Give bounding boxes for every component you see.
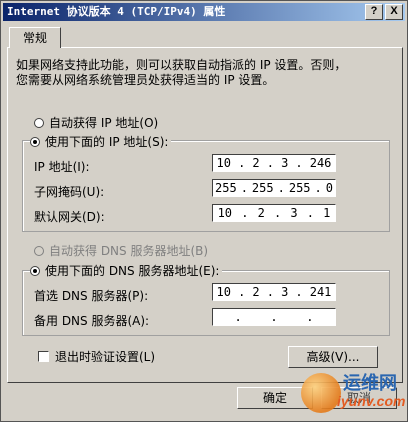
ip-octet: 3	[281, 156, 289, 170]
tab-general[interactable]: 常规	[9, 27, 61, 48]
auto-dns-radio[interactable]: 自动获得 DNS 服务器地址(B)	[34, 242, 212, 259]
site-watermark: 运维网 iyunv.com	[301, 367, 405, 419]
watermark-logo-icon	[301, 373, 341, 413]
mask-octet: 255	[215, 181, 237, 195]
subnet-mask-field[interactable]: 255. 255. 255. 0	[212, 179, 336, 197]
watermark-cn-text: 运维网	[343, 373, 397, 393]
title-bar: Internet 协议版本 4 (TCP/IPv4) 属性	[3, 3, 405, 21]
help-button[interactable]: ?	[365, 4, 383, 20]
ip-address-label: IP 地址(I):	[34, 160, 90, 174]
validate-on-exit-label: 退出时验证设置(L)	[55, 350, 156, 364]
general-panel: 如果网络支持此功能，则可以获取自动指派的 IP 设置。否则， 您需要从网络系统管…	[7, 47, 403, 383]
dns-octet: 10	[216, 285, 231, 299]
gateway-octet: 1	[323, 206, 331, 220]
radio-selected-icon	[30, 136, 40, 147]
alternate-dns-label: 备用 DNS 服务器(A):	[34, 314, 150, 328]
gateway-field[interactable]: 10. 2. 3. 1	[212, 204, 336, 222]
intro-line-1: 如果网络支持此功能，则可以获取自动指派的 IP 设置。否则，	[16, 58, 347, 72]
gateway-label: 默认网关(D):	[34, 210, 105, 224]
ip-octet: 246	[309, 156, 332, 170]
manual-dns-label: 使用下面的 DNS 服务器地址(E):	[45, 264, 220, 278]
tcpip-properties-dialog: Internet 协议版本 4 (TCP/IPv4) 属性 ? X 常规 如果网…	[0, 0, 408, 422]
ip-address-field[interactable]: 10. 2. 3. 246	[212, 154, 336, 172]
watermark-url-text: iyunv.com	[337, 393, 406, 409]
manual-ip-label: 使用下面的 IP 地址(S):	[45, 135, 169, 149]
auto-ip-label: 自动获得 IP 地址(O)	[49, 116, 159, 130]
subnet-mask-label: 子网掩码(U):	[34, 185, 105, 199]
checkbox-unchecked-icon	[38, 351, 49, 362]
auto-dns-label: 自动获得 DNS 服务器地址(B)	[49, 244, 209, 258]
radio-selected-icon	[30, 265, 40, 276]
gateway-octet: 10	[217, 206, 233, 220]
radio-circle-icon	[34, 117, 44, 128]
preferred-dns-field[interactable]: 10. 2. 3. 241	[212, 283, 336, 301]
dns-octet: 2	[252, 285, 260, 299]
manual-dns-radio[interactable]: 使用下面的 DNS 服务器地址(E):	[30, 262, 223, 279]
radio-disabled-icon	[34, 245, 44, 256]
ip-octet: 2	[252, 156, 260, 170]
intro-text: 如果网络支持此功能，则可以获取自动指派的 IP 设置。否则， 您需要从网络系统管…	[16, 58, 396, 88]
ip-octet: 10	[216, 156, 231, 170]
advanced-button[interactable]: 高级(V)...	[288, 346, 378, 368]
dns-octet: 3	[281, 285, 289, 299]
mask-octet: 0	[325, 181, 333, 195]
mask-octet: 255	[288, 181, 311, 195]
gateway-octet: 3	[290, 206, 298, 220]
validate-on-exit-checkbox[interactable]: 退出时验证设置(L)	[38, 348, 155, 365]
mask-octet: 255	[251, 181, 274, 195]
alternate-dns-field[interactable]: . . .	[212, 308, 336, 326]
window-title: Internet 协议版本 4 (TCP/IPv4) 属性	[7, 5, 226, 18]
close-button[interactable]: X	[385, 4, 403, 20]
manual-ip-radio[interactable]: 使用下面的 IP 地址(S):	[30, 133, 172, 150]
gateway-octet: 2	[257, 206, 265, 220]
intro-line-2: 您需要从网络系统管理员处获得适当的 IP 设置。	[16, 73, 275, 87]
auto-ip-radio[interactable]: 自动获得 IP 地址(O)	[34, 114, 162, 131]
preferred-dns-label: 首选 DNS 服务器(P):	[34, 289, 149, 303]
dns-octet: 241	[309, 285, 332, 299]
